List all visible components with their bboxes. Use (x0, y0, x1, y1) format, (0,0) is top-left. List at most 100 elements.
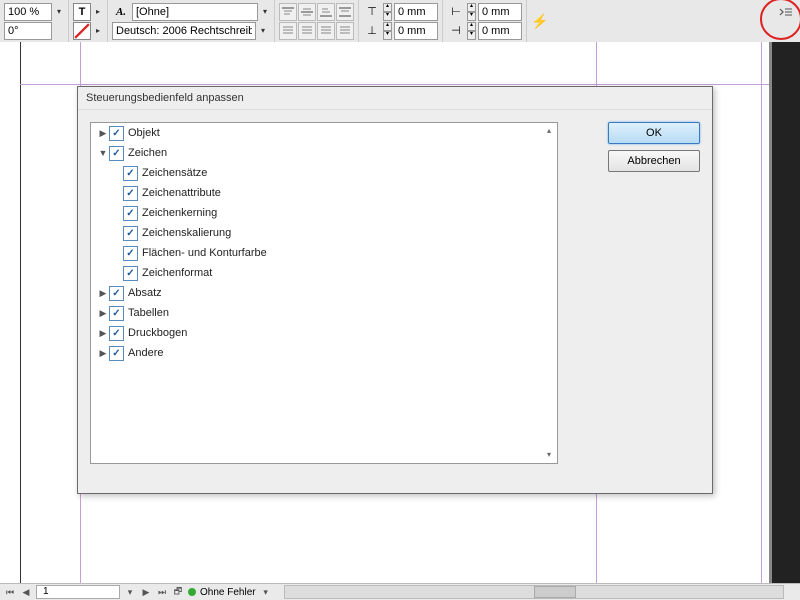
margin-guide-right (761, 42, 762, 584)
language-select[interactable] (112, 22, 256, 40)
zoom-dropdown-icon[interactable]: ▾ (54, 5, 64, 19)
tree-label: Tabellen (128, 307, 169, 319)
tree-node-zeichenkerning[interactable]: ✓ Zeichenkerning (91, 203, 557, 223)
scrollbar-thumb[interactable] (534, 586, 576, 598)
quick-apply-icon[interactable]: ⚡ (531, 12, 549, 30)
cancel-button[interactable]: Abbrechen (608, 150, 700, 172)
checkbox-checked-icon[interactable]: ✓ (109, 346, 124, 361)
right-panel-edge (769, 42, 800, 584)
tree-node-zeichenskalierung[interactable]: ✓ Zeichenskalierung (91, 223, 557, 243)
checkbox-checked-icon[interactable]: ✓ (109, 126, 124, 141)
language-dropdown-icon[interactable]: ▾ (258, 24, 268, 38)
open-panel-icon[interactable]: 🗗 (172, 584, 184, 600)
page-dropdown-icon[interactable]: ▾ (124, 587, 136, 598)
tree-label: Zeichenformat (142, 267, 212, 279)
expand-arrow-icon[interactable]: ▶ (97, 348, 109, 359)
checkbox-checked-icon[interactable]: ✓ (123, 246, 138, 261)
tree-label: Zeichensätze (142, 167, 207, 179)
inset-left-input[interactable] (478, 3, 522, 21)
char-style-select[interactable] (132, 3, 258, 21)
tree-label: Andere (128, 347, 163, 359)
tree-node-flaechen[interactable]: ✓ Flächen- und Konturfarbe (91, 243, 557, 263)
next-page-icon[interactable]: ▶ (140, 587, 152, 598)
options-tree[interactable]: ▴ ▶ ✓ Objekt ▼ ✓ Zeichen ✓ Zeichensätze (90, 122, 558, 464)
inset-top-spinner[interactable]: ▴▾ (383, 3, 392, 21)
checkbox-checked-icon[interactable]: ✓ (109, 146, 124, 161)
align3-button[interactable] (298, 22, 316, 40)
align-middle-button[interactable] (298, 3, 316, 21)
type-tool-icon[interactable]: T (73, 3, 91, 21)
rotate-input[interactable] (4, 22, 52, 40)
checkbox-checked-icon[interactable]: ✓ (109, 326, 124, 341)
tree-label: Druckbogen (128, 327, 187, 339)
inset-left-spinner[interactable]: ▴▾ (467, 3, 476, 21)
tree-node-tabellen[interactable]: ▶ ✓ Tabellen (91, 303, 557, 323)
align-justify-button[interactable] (336, 3, 354, 21)
align5-button[interactable] (336, 22, 354, 40)
align2-button[interactable] (279, 22, 297, 40)
checkbox-checked-icon[interactable]: ✓ (123, 206, 138, 221)
first-page-icon[interactable]: ⏮ (4, 587, 16, 598)
expand-arrow-icon[interactable]: ▶ (97, 288, 109, 299)
last-page-icon[interactable]: ⏭ (156, 587, 168, 598)
customize-control-panel-dialog: Steuerungsbedienfeld anpassen ▴ ▶ ✓ Obje… (77, 86, 713, 494)
inset-top-input[interactable] (394, 3, 438, 21)
checkbox-checked-icon[interactable]: ✓ (123, 266, 138, 281)
align-top-button[interactable] (279, 3, 297, 21)
tree-scroll-up-icon[interactable]: ▴ (544, 126, 554, 136)
expand-arrow-icon[interactable]: ▶ (97, 328, 109, 339)
tree-label: Zeichenskalierung (142, 227, 231, 239)
panel-flyout-menu-button[interactable] (778, 6, 794, 20)
tree-node-druckbogen[interactable]: ▶ ✓ Druckbogen (91, 323, 557, 343)
align-group (275, 0, 359, 42)
page-number-input[interactable]: 1 (36, 585, 120, 599)
tree-label: Zeichen (128, 147, 167, 159)
inset-right-icon: ⊣ (447, 22, 465, 40)
horizontal-scrollbar[interactable] (284, 585, 784, 599)
tree-node-objekt[interactable]: ▶ ✓ Objekt (91, 123, 557, 143)
page-edge (20, 42, 21, 584)
quick-apply-group: ⚡ (527, 0, 553, 42)
prev-page-icon[interactable]: ◀ (20, 587, 32, 598)
expand-arrow-icon[interactable]: ▶ (97, 128, 109, 139)
checkbox-checked-icon[interactable]: ✓ (109, 306, 124, 321)
control-panel-toolbar: ▾ T ▸ ▸ A. ▾ ▾ (0, 0, 800, 43)
tree-scroll-down-icon[interactable]: ▾ (544, 450, 554, 460)
inset-right-input[interactable] (478, 22, 522, 40)
fill-arrow-icon[interactable]: ▸ (93, 24, 103, 38)
char-format-icon: A. (112, 3, 130, 21)
preflight-status-text[interactable]: Ohne Fehler (200, 587, 256, 598)
fill-none-icon[interactable] (73, 22, 91, 40)
tree-label: Zeichenattribute (142, 187, 221, 199)
inset-group-1: ⊤ ▴▾ ⊥ ▴▾ (359, 0, 443, 42)
dialog-title: Steuerungsbedienfeld anpassen (78, 87, 712, 110)
type-tool-arrow-icon[interactable]: ▸ (93, 5, 103, 19)
inset-right-spinner[interactable]: ▴▾ (467, 22, 476, 40)
inset-bottom-spinner[interactable]: ▴▾ (383, 22, 392, 40)
checkbox-checked-icon[interactable]: ✓ (109, 286, 124, 301)
collapse-arrow-icon[interactable]: ▼ (97, 148, 109, 158)
type-fill-group: T ▸ ▸ (69, 0, 108, 42)
margin-guide-top (20, 84, 790, 85)
inset-bottom-input[interactable] (394, 22, 438, 40)
align-bottom-button[interactable] (317, 3, 335, 21)
char-style-dropdown-icon[interactable]: ▾ (260, 5, 270, 19)
tree-label: Flächen- und Konturfarbe (142, 247, 267, 259)
tree-node-absatz[interactable]: ▶ ✓ Absatz (91, 283, 557, 303)
tree-label: Zeichenkerning (142, 207, 217, 219)
inset-group-2: ⊢ ▴▾ ⊣ ▴▾ (443, 0, 527, 42)
checkbox-checked-icon[interactable]: ✓ (123, 186, 138, 201)
tree-node-zeichen[interactable]: ▼ ✓ Zeichen (91, 143, 557, 163)
inset-left-icon: ⊢ (447, 3, 465, 21)
checkbox-checked-icon[interactable]: ✓ (123, 226, 138, 241)
preflight-dropdown-icon[interactable]: ▾ (260, 587, 272, 598)
tree-node-andere[interactable]: ▶ ✓ Andere (91, 343, 557, 363)
align4-button[interactable] (317, 22, 335, 40)
tree-node-zeichenformat[interactable]: ✓ Zeichenformat (91, 263, 557, 283)
zoom-input[interactable] (4, 3, 52, 21)
checkbox-checked-icon[interactable]: ✓ (123, 166, 138, 181)
tree-node-zeichensaetze[interactable]: ✓ Zeichensätze (91, 163, 557, 183)
ok-button[interactable]: OK (608, 122, 700, 144)
tree-node-zeichenattribute[interactable]: ✓ Zeichenattribute (91, 183, 557, 203)
expand-arrow-icon[interactable]: ▶ (97, 308, 109, 319)
